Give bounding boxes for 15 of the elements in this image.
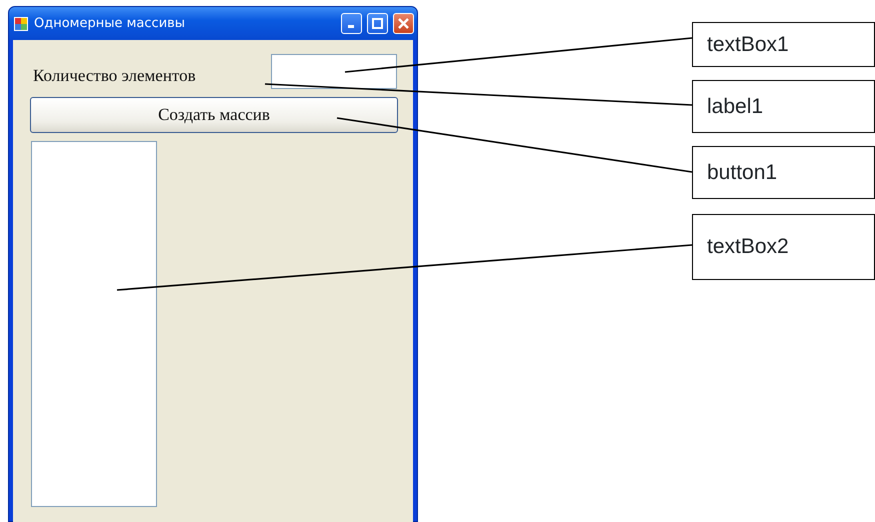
callout-label: button1 — [692, 146, 875, 199]
field-label: Количество элементов — [33, 64, 196, 87]
minimize-button[interactable] — [341, 13, 362, 34]
window-title: Одномерные массивы — [34, 14, 186, 33]
text-area[interactable] — [31, 141, 157, 507]
input-field[interactable] — [271, 54, 397, 89]
maximize-icon — [372, 18, 383, 29]
maximize-button[interactable] — [367, 13, 388, 34]
callout-label: textBox2 — [692, 214, 875, 280]
close-button[interactable] — [393, 13, 414, 34]
callout-label: textBox1 — [692, 22, 875, 67]
callout-label: label1 — [692, 80, 875, 133]
create-array-button[interactable]: Создать массив — [30, 97, 398, 133]
app-icon — [13, 16, 29, 32]
close-icon — [398, 18, 409, 29]
